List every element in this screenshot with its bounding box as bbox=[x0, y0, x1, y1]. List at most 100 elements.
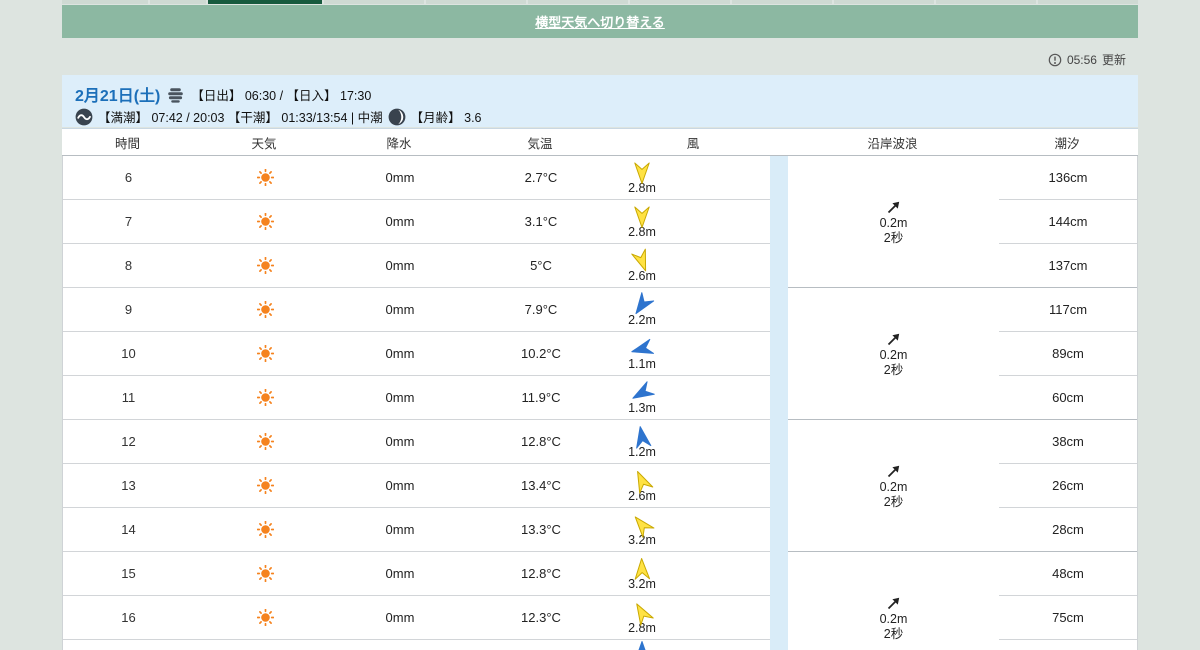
column-header-2: 降水 bbox=[386, 136, 412, 151]
wind-cell: 3.2m bbox=[618, 513, 770, 547]
sunny-icon bbox=[256, 389, 274, 406]
sunny-icon bbox=[256, 257, 274, 274]
day-tab-7[interactable] bbox=[732, 0, 832, 4]
wave-group-2: 0.2m 2秒 38cm 26cm 28cm bbox=[788, 420, 1137, 552]
precip-cell: 0mm bbox=[385, 302, 415, 317]
weather-cell bbox=[194, 433, 336, 450]
precip-cell: 0mm bbox=[385, 258, 415, 273]
temp-cell: 12.8°C bbox=[521, 434, 561, 449]
hour-cell: 14 bbox=[121, 522, 136, 537]
hour-cell: 6 bbox=[124, 170, 133, 185]
temp-cell: 12.8°C bbox=[521, 566, 561, 581]
tide-cell: 89cm bbox=[999, 332, 1137, 376]
wave-group-0: 0.2m 2秒 136cm 144cm 137cm bbox=[788, 156, 1137, 288]
weather-cell bbox=[194, 565, 336, 582]
wind-box: 2.8m bbox=[623, 161, 661, 195]
day-tab-5[interactable] bbox=[528, 0, 628, 4]
temp-cell: 13.3°C bbox=[521, 522, 561, 537]
wind-cell: 1.2m bbox=[618, 425, 770, 459]
column-header-5: 沿岸波浪 bbox=[867, 136, 918, 151]
forecast-row-16: 16 0mm 12.3°C 2.8m bbox=[63, 596, 770, 640]
temp-cell: 7.9°C bbox=[524, 302, 558, 317]
switch-to-horizontal-weather-link[interactable]: 横型天気へ切り替える bbox=[535, 12, 665, 31]
wind-box: 3.2m bbox=[623, 513, 661, 547]
day-tab-9[interactable] bbox=[936, 0, 1036, 4]
column-divider-band bbox=[770, 156, 788, 650]
tide-cell: 38cm bbox=[999, 420, 1137, 464]
wind-cell: 3.2m bbox=[618, 557, 770, 591]
header-spacer bbox=[769, 129, 787, 155]
hourly-forecast-table: 時間 天気 降水 気温 風 沿岸波浪 潮汐 6 0mm 2.7°C 2.8m 7 0mm 3.1°C 2.… bbox=[62, 128, 1138, 650]
wind-box: 3.2m bbox=[623, 557, 661, 591]
wind-box: 2.6m bbox=[623, 469, 661, 503]
wave-cell: 0.2m 2秒 bbox=[788, 420, 999, 551]
update-time: 05:56 bbox=[1066, 52, 1097, 67]
wave-height: 0.2m bbox=[879, 215, 908, 230]
hour-cell: 13 bbox=[121, 478, 136, 493]
wave-direction-arrow bbox=[887, 465, 899, 477]
tide-cell: 117cm bbox=[999, 288, 1137, 332]
precip-cell: 0mm bbox=[385, 522, 415, 537]
wind-box: 1.1m bbox=[623, 337, 661, 371]
day-tab-4[interactable] bbox=[426, 0, 526, 4]
day-tab-1[interactable] bbox=[150, 0, 206, 4]
date-title: 2月21日(土) bbox=[75, 88, 161, 105]
wind-direction-arrow bbox=[634, 206, 650, 228]
wind-box bbox=[623, 640, 661, 650]
precip-cell: 0mm bbox=[385, 434, 415, 449]
hour-cell: 15 bbox=[121, 566, 136, 581]
temp-cell: 5°C bbox=[530, 258, 552, 273]
wind-box: 1.2m bbox=[623, 425, 661, 459]
day-tab-0[interactable] bbox=[62, 0, 148, 4]
moon-phase-icon bbox=[388, 108, 406, 125]
temp-cell: 10.2°C bbox=[521, 346, 561, 361]
tide-stack: 48cm 75cm bbox=[999, 552, 1137, 650]
precip-cell: 0mm bbox=[385, 478, 415, 493]
wave-group-1: 0.2m 2秒 117cm 89cm 60cm bbox=[788, 288, 1137, 420]
tide-stack: 136cm 144cm 137cm bbox=[999, 156, 1137, 287]
day-tab-8[interactable] bbox=[834, 0, 934, 4]
forecast-row-12: 12 0mm 12.8°C 1.2m bbox=[63, 420, 770, 464]
forecast-row-13: 13 0mm 13.4°C 2.6m bbox=[63, 464, 770, 508]
day-tab-2-active[interactable] bbox=[208, 0, 322, 4]
wave-period: 2秒 bbox=[883, 230, 904, 245]
tide-cell: 48cm bbox=[999, 552, 1137, 596]
tide-cell: 137cm bbox=[1048, 258, 1088, 273]
wave-direction-arrow bbox=[887, 333, 899, 345]
sunny-icon bbox=[256, 521, 274, 538]
hour-cell: 12 bbox=[121, 434, 136, 449]
forecast-row-6: 6 0mm 2.7°C 2.8m bbox=[63, 156, 770, 200]
hour-cell: 10 bbox=[121, 346, 136, 361]
day-tab-10[interactable] bbox=[1038, 0, 1138, 4]
wind-box: 2.8m bbox=[623, 205, 661, 239]
temp-cell: 12.3°C bbox=[521, 610, 561, 625]
precip-cell: 0mm bbox=[385, 214, 415, 229]
forecast-row-7: 7 0mm 3.1°C 2.8m bbox=[63, 200, 770, 244]
weather-cell bbox=[194, 521, 336, 538]
sunny-icon bbox=[256, 213, 274, 230]
tide-cell bbox=[999, 640, 1137, 650]
tide-cell: 26cm bbox=[999, 464, 1137, 508]
sunrise-sunset-icon bbox=[168, 87, 184, 103]
sunny-icon bbox=[256, 301, 274, 318]
wave-group-3: 0.2m 2秒 48cm 75cm bbox=[788, 552, 1137, 650]
wave-height: 0.2m bbox=[879, 611, 908, 626]
hour-cell: 7 bbox=[124, 214, 133, 229]
temp-cell: 11.9°C bbox=[521, 390, 561, 405]
tide-cell: 136cm bbox=[999, 156, 1137, 200]
weather-cell bbox=[194, 609, 336, 626]
column-header-3: 気温 bbox=[527, 136, 553, 151]
column-header-0: 時間 bbox=[114, 136, 140, 151]
sunny-icon bbox=[256, 477, 274, 494]
wind-cell: 2.6m bbox=[618, 469, 770, 503]
precip-cell: 0mm bbox=[385, 170, 415, 185]
sunrise-sunset-times: 【日出】 06:30 / 【日入】 17:30 bbox=[191, 88, 372, 103]
hour-cell: 9 bbox=[124, 302, 133, 317]
day-tab-3[interactable] bbox=[324, 0, 424, 4]
wind-box: 2.2m bbox=[623, 291, 661, 327]
day-tab-6[interactable] bbox=[630, 0, 730, 4]
update-label: 更新 bbox=[1101, 53, 1126, 67]
sunny-icon bbox=[256, 345, 274, 362]
wind-cell: 2.8m bbox=[618, 601, 770, 635]
weather-cell bbox=[194, 257, 336, 274]
